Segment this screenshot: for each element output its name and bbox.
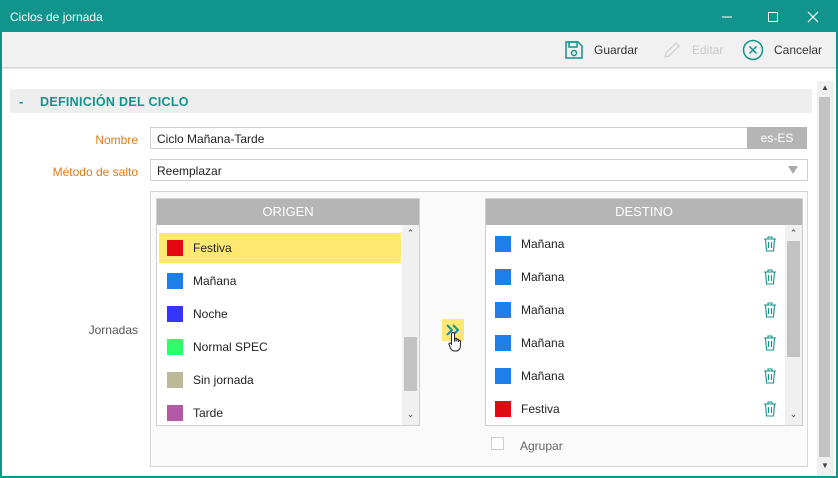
color-swatch [495,401,511,417]
edit-label: Editar [692,43,724,57]
origen-item-label: Sin jornada [193,373,254,387]
minimize-button[interactable] [704,2,750,32]
window: Ciclos de jornada Guardar Editar Cancela… [0,0,838,478]
color-swatch [495,368,511,384]
origen-item[interactable]: Noche [159,299,401,329]
form-content: ▲ ▼ - DEFINICIÓN DEL CICLO Nombre Ciclo … [2,69,836,476]
origen-header: ORIGEN [157,199,419,225]
color-swatch [167,273,183,289]
edit-button[interactable]: Editar [662,38,723,62]
scroll-down-icon[interactable]: ⌄ [788,409,799,420]
destino-item[interactable]: Mañana [487,229,785,259]
toolbar: Guardar Editar Cancelar [2,32,836,68]
color-swatch [495,236,511,252]
color-swatch [167,339,183,355]
destino-scrollbar[interactable]: ⌃ ⌄ [785,225,802,425]
origen-item[interactable]: Normal SPEC [159,332,401,362]
color-swatch [167,372,183,388]
destino-item-label: Mañana [521,369,565,383]
scroll-up-icon[interactable]: ⌃ [788,228,799,239]
trash-icon[interactable] [763,368,777,384]
color-swatch [167,405,183,421]
agrupar-checkbox[interactable] [491,437,504,450]
origen-item-label: Noche [193,307,228,321]
origen-item-label: Normal SPEC [193,340,268,354]
destino-item-label: Festiva [521,402,560,416]
cancel-circle-icon [742,39,764,61]
save-button[interactable]: Guardar [564,38,638,62]
agrupar-label: Agrupar [520,439,563,453]
hand-cursor-icon [448,331,461,352]
color-swatch [495,302,511,318]
close-icon [807,11,819,23]
origen-item-label: Tarde [193,406,224,420]
color-swatch [167,240,183,256]
origen-scrollbar[interactable]: ⌃ ⌄ [402,225,419,425]
section-title: DEFINICIÓN DEL CICLO [40,95,189,109]
section-header[interactable]: - DEFINICIÓN DEL CICLO [10,89,812,113]
origen-item[interactable]: Sin jornada [159,365,401,395]
destino-scrollbar-thumb[interactable] [787,241,800,357]
cancel-button[interactable]: Cancelar [742,38,822,62]
collapse-toggle[interactable]: - [19,94,23,109]
destino-item[interactable]: Mañana [487,295,785,325]
scroll-up-icon[interactable]: ⌃ [405,228,416,239]
nombre-field[interactable]: Ciclo Mañana-Tarde [150,127,748,149]
maximize-icon [768,12,778,22]
trash-icon[interactable] [763,269,777,285]
destino-item-label: Mañana [521,237,565,251]
save-label: Guardar [594,43,639,57]
title-bar: Ciclos de jornada [2,2,836,32]
origen-list: ORIGEN Festiva Mañana Noche Normal SPEC … [156,198,420,426]
pencil-icon [664,42,680,58]
color-swatch [495,335,511,351]
nombre-label: Nombre [95,133,138,147]
language-tag[interactable]: es-ES [747,127,807,149]
destino-item[interactable]: Mañana [487,361,785,391]
main-scrollbar[interactable]: ▲ ▼ [817,81,834,476]
destino-item-label: Mañana [521,303,565,317]
scroll-up-icon[interactable]: ▲ [820,83,830,93]
origen-item-label: Festiva [193,241,232,255]
destino-item-label: Mañana [521,336,565,350]
trash-icon[interactable] [763,302,777,318]
trash-icon[interactable] [763,401,777,417]
scroll-down-icon[interactable]: ▼ [820,461,830,471]
destino-item[interactable]: Festiva [487,394,785,424]
main-scrollbar-thumb[interactable] [819,97,830,457]
trash-icon[interactable] [763,236,777,252]
color-swatch [495,269,511,285]
origen-item[interactable]: Festiva [159,233,401,263]
destino-list: DESTINO Mañana Mañana Mañana Mañana Maña… [485,198,803,426]
minimize-icon [722,16,732,18]
origen-item[interactable]: Tarde [159,398,401,428]
metodo-select[interactable]: Reemplazar [150,159,808,181]
destino-item-label: Mañana [521,270,565,284]
color-swatch [167,306,183,322]
jornadas-label: Jornadas [88,323,138,337]
window-title: Ciclos de jornada [10,10,103,24]
destino-item[interactable]: Mañana [487,328,785,358]
destino-header: DESTINO [486,199,802,225]
destino-item[interactable]: Mañana [487,262,785,292]
floppy-disk-icon [565,41,583,59]
trash-icon[interactable] [763,335,777,351]
close-button[interactable] [790,2,836,32]
scroll-down-icon[interactable]: ⌄ [405,409,416,420]
dropdown-arrow-icon[interactable] [788,166,798,174]
origen-scrollbar-thumb[interactable] [404,337,417,391]
origen-item-label: Mañana [193,274,237,288]
origen-item[interactable]: Mañana [159,266,401,296]
cancel-label: Cancelar [774,43,823,57]
metodo-label: Método de salto [52,165,138,179]
